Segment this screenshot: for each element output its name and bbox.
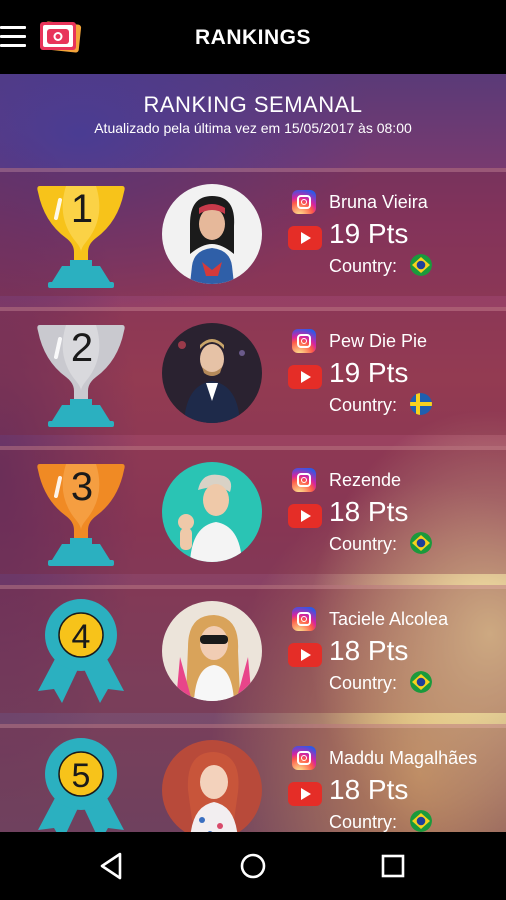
rank-number: 4	[72, 618, 91, 656]
user-points: 18 Pts	[329, 635, 409, 666]
country-label: Country:	[329, 812, 398, 832]
avatar[interactable]	[162, 462, 262, 562]
user-points: 18 Pts	[329, 774, 409, 805]
youtube-icon[interactable]	[288, 643, 322, 667]
instagram-icon[interactable]	[292, 607, 316, 631]
youtube-icon[interactable]	[288, 226, 322, 250]
user-name: Bruna Vieira	[329, 192, 428, 212]
rank-number: 3	[71, 465, 93, 509]
gold-trophy-icon: 1	[37, 186, 125, 288]
country-label: Country:	[329, 395, 398, 415]
home-circle-icon[interactable]	[235, 848, 271, 884]
ribbon-medal-icon: 4	[38, 599, 124, 703]
avatar[interactable]	[162, 323, 262, 423]
instagram-icon[interactable]	[292, 329, 316, 353]
brazil-flag-icon	[410, 254, 432, 276]
page-title: RANKINGS	[194, 26, 311, 49]
system-navigation-bar	[0, 832, 506, 900]
back-triangle-icon[interactable]	[94, 848, 130, 884]
ranking-header: RANKING SEMANAL Atualizado pela última v…	[0, 92, 506, 136]
ranking-row[interactable]: 5 Maddu Magalhães 18 Pts Country:	[0, 724, 506, 832]
avatar[interactable]	[162, 184, 262, 284]
instagram-icon[interactable]	[292, 468, 316, 492]
instagram-icon[interactable]	[292, 190, 316, 214]
user-name: Pew Die Pie	[329, 331, 428, 351]
user-name: Taciele Alcolea	[329, 609, 449, 629]
ranking-row[interactable]: 4 Taciele Alcolea 18 Pts Country:	[0, 585, 506, 713]
brazil-flag-icon	[410, 532, 432, 554]
bronze-trophy-icon: 3	[37, 464, 125, 566]
sweden-flag-icon	[410, 393, 432, 415]
ribbon-medal-icon: 5	[38, 738, 124, 832]
user-points: 19 Pts	[329, 218, 409, 249]
rank-number: 2	[71, 326, 93, 370]
ranking-title: RANKING SEMANAL	[143, 92, 363, 117]
instagram-icon[interactable]	[292, 746, 316, 770]
user-name: Maddu Magalhães	[329, 748, 478, 768]
rank-number: 1	[71, 187, 93, 231]
ranking-row[interactable]: 2 Pew Die Pie 19 Pts Country:	[0, 307, 506, 435]
silver-trophy-icon: 2	[37, 325, 125, 427]
brazil-flag-icon	[410, 671, 432, 693]
brazil-flag-icon	[410, 810, 432, 832]
rankings-list[interactable]: RANKING SEMANAL Atualizado pela última v…	[0, 74, 506, 832]
country-label: Country:	[329, 673, 398, 693]
ranking-row[interactable]: 1 Bruna Vieira 19 Pts Country:	[0, 168, 506, 296]
user-points: 19 Pts	[329, 357, 409, 388]
ranking-row[interactable]: 3 Rezende 18 Pts Country:	[0, 446, 506, 574]
avatar[interactable]	[162, 740, 262, 832]
country-label: Country:	[329, 534, 398, 554]
country-label: Country:	[329, 256, 398, 276]
recents-square-icon[interactable]	[375, 848, 411, 884]
youtube-icon[interactable]	[288, 504, 322, 528]
youtube-icon[interactable]	[288, 782, 322, 806]
rank-number: 5	[72, 757, 91, 795]
avatar[interactable]	[162, 601, 262, 701]
user-points: 18 Pts	[329, 496, 409, 527]
user-name: Rezende	[329, 470, 402, 490]
last-updated-text: Atualizado pela última vez em 15/05/2017…	[94, 120, 412, 136]
top-app-bar: RANKINGS	[0, 0, 506, 74]
youtube-icon[interactable]	[288, 365, 322, 389]
